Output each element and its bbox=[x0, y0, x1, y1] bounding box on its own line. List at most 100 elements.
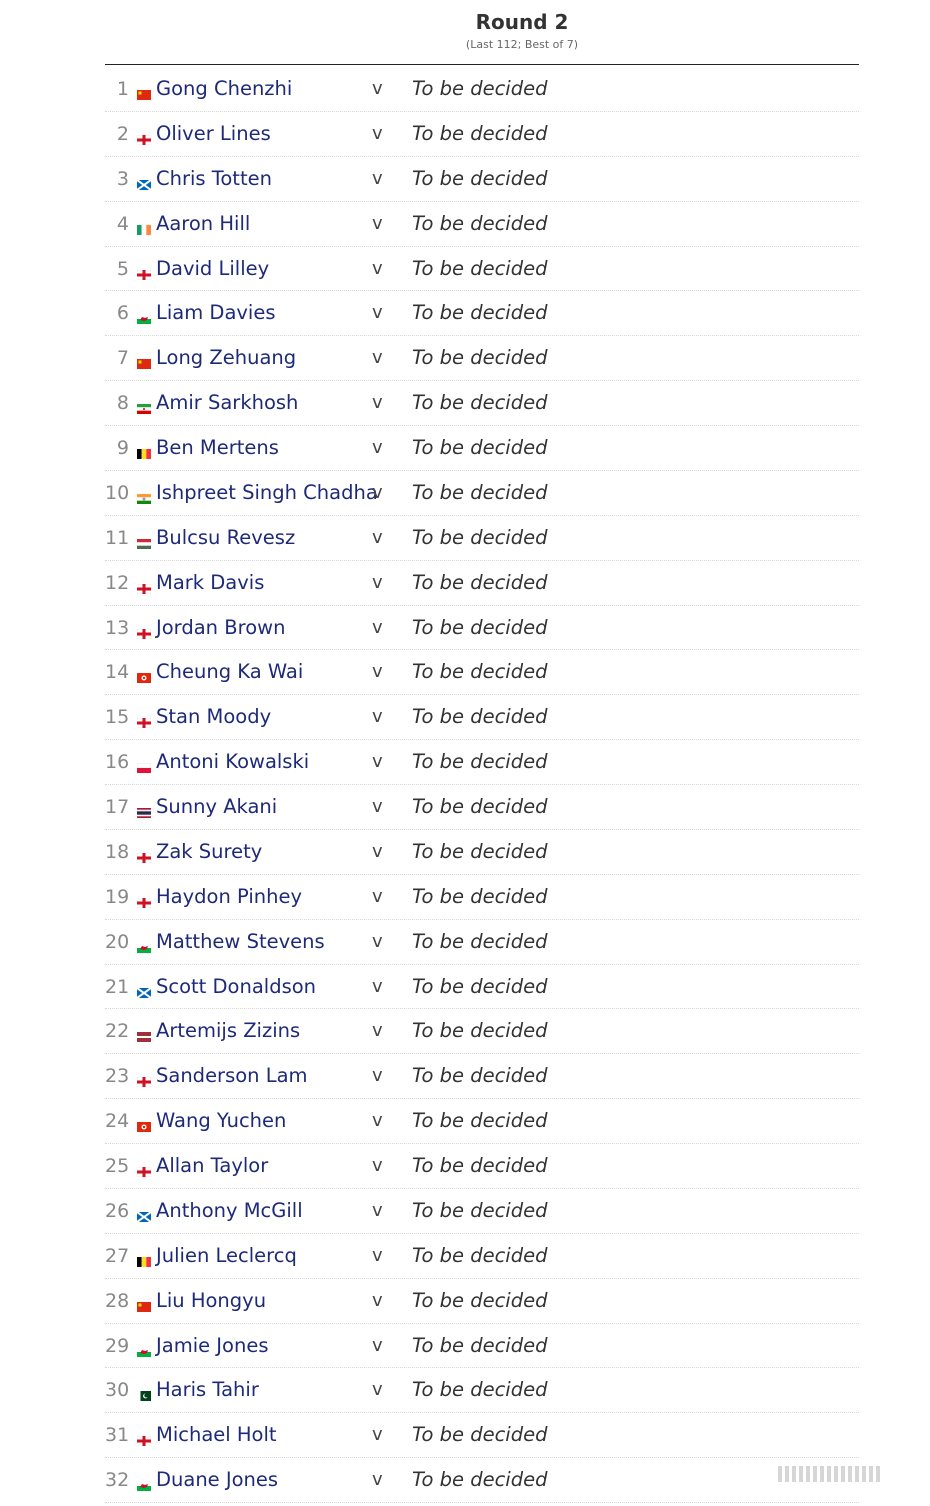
opponent-label: To be decided bbox=[412, 570, 548, 594]
versus-label: v bbox=[372, 1199, 383, 1221]
opponent-label: To be decided bbox=[412, 1198, 548, 1222]
versus-label: v bbox=[372, 122, 383, 144]
match-row: 1 Gong Chenzhi v To be decided bbox=[105, 67, 859, 112]
player-name-link[interactable]: Gong Chenzhi bbox=[156, 77, 292, 100]
round-title: Round 2 bbox=[475, 10, 569, 34]
england-flag-icon bbox=[136, 579, 152, 594]
match-number: 21 bbox=[105, 975, 130, 998]
match-number: 28 bbox=[105, 1289, 130, 1312]
match-row: 27 Julien Leclercq v To be decided bbox=[105, 1234, 859, 1279]
player-name-link[interactable]: Sunny Akani bbox=[156, 795, 277, 818]
player-name-link[interactable]: Ishpreet Singh Chadha bbox=[156, 481, 378, 504]
match-number: 8 bbox=[116, 392, 129, 415]
match-number: 25 bbox=[105, 1155, 130, 1177]
player-name-link[interactable]: Anthony McGill bbox=[156, 1199, 303, 1222]
match-number: 4 bbox=[116, 212, 129, 235]
versus-label: v bbox=[372, 1424, 383, 1446]
player-name-link[interactable]: Artemijs Zizins bbox=[156, 1019, 300, 1042]
player-name-link[interactable]: Antoni Kowalski bbox=[156, 750, 309, 773]
versus-label: v bbox=[372, 1469, 383, 1491]
england-flag-icon bbox=[136, 624, 152, 639]
player-name-link[interactable]: Haydon Pinhey bbox=[156, 885, 302, 908]
thailand-flag-icon bbox=[137, 803, 151, 818]
versus-label: v bbox=[372, 1334, 383, 1356]
opponent-label: To be decided bbox=[412, 346, 548, 370]
scotland-flag-icon bbox=[136, 175, 152, 191]
versus-label: v bbox=[372, 257, 383, 279]
opponent-label: To be decided bbox=[412, 1333, 548, 1357]
player-name-link[interactable]: Chris Totten bbox=[156, 167, 272, 190]
player-name-link[interactable]: Allan Taylor bbox=[156, 1154, 268, 1177]
scotland-flag-icon bbox=[136, 983, 152, 999]
player-name-link[interactable]: Michael Holt bbox=[156, 1423, 277, 1446]
player-name-link[interactable]: Liam Davies bbox=[156, 301, 276, 324]
versus-label: v bbox=[372, 526, 383, 548]
player-name-link[interactable]: Oliver Lines bbox=[156, 122, 271, 145]
opponent-label: To be decided bbox=[412, 1019, 548, 1043]
player-name-link[interactable]: Scott Donaldson bbox=[156, 975, 316, 998]
china-flag-icon bbox=[137, 1297, 151, 1312]
match-number: 7 bbox=[116, 347, 129, 370]
match-number: 19 bbox=[105, 885, 130, 908]
match-row: 11 Bulcsu Revesz v To be decided bbox=[105, 516, 859, 561]
versus-label: v bbox=[372, 437, 383, 458]
match-row: 3 Chris Totten v To be decided bbox=[105, 157, 859, 202]
match-row: 20 Matthew Stevens v To be decided bbox=[105, 920, 859, 965]
match-number: 18 bbox=[105, 840, 130, 863]
match-row: 26 Anthony McGill v To be decided bbox=[105, 1189, 859, 1234]
watermark-logo bbox=[778, 1466, 908, 1484]
versus-label: v bbox=[372, 751, 383, 773]
opponent-label: To be decided bbox=[412, 795, 548, 818]
match-row: 5 David Lilley v To be decided bbox=[105, 247, 859, 292]
match-row: 8 Amir Sarkhosh v To be decided bbox=[105, 381, 859, 426]
match-number: 13 bbox=[105, 616, 130, 639]
versus-label: v bbox=[372, 167, 383, 189]
england-flag-icon bbox=[136, 893, 152, 908]
player-name-link[interactable]: Ben Mertens bbox=[156, 436, 279, 459]
player-name-link[interactable]: Cheung Ka Wai bbox=[156, 660, 303, 683]
match-number: 23 bbox=[105, 1065, 130, 1088]
player-name-link[interactable]: Mark Davis bbox=[156, 571, 264, 594]
match-number: 10 bbox=[105, 481, 130, 504]
latvia-flag-icon bbox=[137, 1027, 151, 1043]
player-name-link[interactable]: Stan Moody bbox=[156, 705, 271, 728]
belgium-flag-icon bbox=[137, 444, 151, 459]
player-name-link[interactable]: Liu Hongyu bbox=[156, 1289, 266, 1312]
opponent-label: To be decided bbox=[412, 1468, 548, 1492]
england-flag-icon bbox=[136, 848, 152, 864]
player-name-link[interactable]: Sanderson Lam bbox=[156, 1064, 308, 1087]
match-row: 6 Liam Davies v To be decided bbox=[105, 291, 859, 337]
player-name-link[interactable]: Jordan Brown bbox=[156, 616, 285, 639]
opponent-label: To be decided bbox=[412, 705, 548, 729]
versus-label: v bbox=[372, 302, 383, 324]
match-number: 17 bbox=[105, 796, 130, 818]
versus-label: v bbox=[372, 481, 383, 503]
opponent-label: To be decided bbox=[412, 1378, 548, 1402]
player-name-link[interactable]: Long Zehuang bbox=[156, 346, 296, 369]
england-flag-icon bbox=[136, 1072, 152, 1088]
opponent-label: To be decided bbox=[412, 1423, 548, 1447]
versus-label: v bbox=[372, 1155, 383, 1176]
match-number: 5 bbox=[116, 257, 129, 280]
opponent-label: To be decided bbox=[412, 77, 548, 100]
player-name-link[interactable]: Bulcsu Revesz bbox=[156, 526, 295, 549]
player-name-link[interactable]: Amir Sarkhosh bbox=[156, 391, 298, 414]
versus-label: v bbox=[372, 1379, 383, 1401]
india-flag-icon bbox=[137, 489, 151, 504]
player-name-link[interactable]: Wang Yuchen bbox=[156, 1109, 286, 1132]
player-name-link[interactable]: Julien Leclercq bbox=[156, 1244, 297, 1267]
player-name-link[interactable]: Jamie Jones bbox=[156, 1334, 269, 1357]
player-name-link[interactable]: Haris Tahir bbox=[156, 1378, 259, 1401]
player-name-link[interactable]: Matthew Stevens bbox=[156, 930, 325, 953]
match-number: 15 bbox=[105, 706, 130, 729]
pakistan-flag-icon bbox=[137, 1386, 151, 1402]
player-name-link[interactable]: David Lilley bbox=[156, 257, 269, 280]
player-name-link[interactable]: Duane Jones bbox=[156, 1468, 278, 1491]
player-name-link[interactable]: Zak Surety bbox=[156, 840, 262, 863]
match-row: 18 Zak Surety v To be decided bbox=[105, 830, 859, 875]
iran-flag-icon bbox=[137, 399, 151, 415]
player-name-link[interactable]: Aaron Hill bbox=[156, 212, 250, 235]
match-row: 7 Long Zehuang v To be decided bbox=[105, 336, 859, 382]
opponent-label: To be decided bbox=[412, 660, 548, 684]
england-flag-icon bbox=[136, 713, 152, 729]
